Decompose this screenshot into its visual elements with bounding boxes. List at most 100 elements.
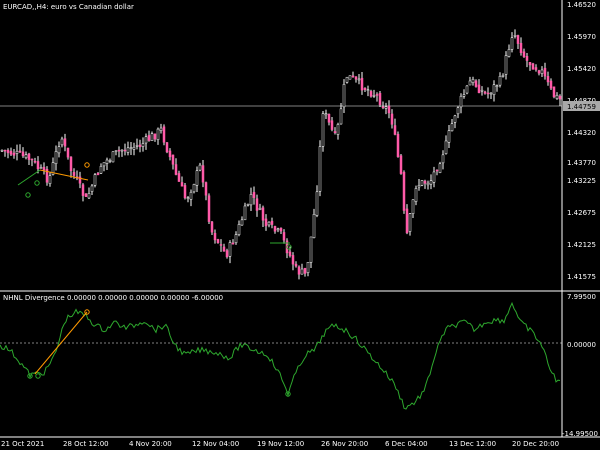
candle-body (312, 214, 316, 238)
candle-body (540, 69, 544, 74)
candle-body (252, 192, 256, 198)
indicator-tick-label: 7.99500 (567, 293, 596, 301)
candle-body (306, 261, 310, 274)
candle-body (255, 198, 259, 211)
candle-body (228, 242, 232, 257)
candle-body (42, 166, 46, 171)
candle-body (150, 133, 154, 141)
candle-body (492, 84, 496, 95)
candle-body (108, 160, 112, 162)
indicator-title: NHNL Divergence 0.00000 0.00000 0.00000 … (3, 294, 223, 302)
candle-body (243, 205, 247, 221)
candle-body (168, 150, 172, 158)
candle-body (294, 263, 298, 267)
candle-body (27, 153, 31, 160)
candle-body (213, 232, 217, 241)
candle-body (231, 242, 235, 245)
chart-canvas[interactable]: EURCAD,,H4: euro vs Canadian dollar NHNL… (0, 0, 600, 450)
candle-body (387, 105, 391, 114)
candle-body (432, 171, 436, 183)
candle-body (474, 80, 478, 87)
divergence-line (17, 169, 41, 186)
candle-body (204, 182, 208, 196)
candle-body (411, 199, 415, 214)
candle-body (273, 226, 277, 232)
candle-body (0, 149, 4, 152)
candle-body (480, 89, 484, 92)
candle-body (291, 255, 295, 265)
candle-body (117, 149, 121, 152)
candle-body (399, 155, 403, 174)
candle-body (414, 188, 418, 202)
candle-body (537, 70, 541, 74)
candle-body (360, 77, 364, 91)
candle-body (90, 185, 94, 192)
candle-body (174, 164, 178, 175)
price-tick-label: 1.43225 (567, 177, 596, 185)
candle-body (96, 172, 100, 176)
candle-body (441, 154, 445, 164)
candle-body (282, 232, 286, 241)
candle-body (21, 151, 25, 157)
price-tick-label: 1.44320 (567, 129, 596, 137)
main-price-pane[interactable] (0, 29, 562, 280)
candle-body (111, 151, 115, 163)
candle-body (120, 149, 124, 152)
indicator-tick-label: -14.99500 (562, 430, 598, 438)
candle-body (513, 35, 517, 37)
candle-body (216, 239, 220, 244)
candle-body (24, 154, 28, 159)
candle-body (210, 221, 214, 233)
candle-body (267, 221, 271, 226)
candle-body (444, 140, 448, 154)
time-tick-label: 12 Nov 04:00 (192, 440, 239, 448)
candle-body (501, 75, 505, 77)
price-tick-label: 1.41575 (567, 273, 596, 281)
candle-body (336, 124, 340, 135)
indicator-axis: 7.99500 0.00000 -14.99500 (562, 293, 598, 438)
candle-body (195, 170, 199, 186)
candle-body (264, 218, 268, 227)
price-tick-label: 1.43770 (567, 159, 596, 167)
candle-body (555, 94, 559, 99)
candle-body (324, 113, 328, 116)
candle-body (126, 147, 130, 153)
candle-body (303, 267, 307, 274)
candle-body (408, 213, 412, 232)
candle-body (189, 191, 193, 200)
candle-body (48, 175, 52, 184)
indicator-pane[interactable] (0, 301, 562, 410)
candle-body (69, 156, 73, 172)
candle-body (330, 120, 334, 130)
candle-body (192, 184, 196, 193)
candle-body (390, 113, 394, 125)
candle-body (144, 136, 148, 144)
main-chart-title: EURCAD,,H4: euro vs Canadian dollar (3, 3, 134, 11)
candle-body (486, 92, 490, 95)
candle-body (309, 236, 313, 263)
candle-body (315, 191, 319, 216)
candle-body (114, 150, 118, 152)
candle-body (183, 185, 187, 199)
candle-body (87, 193, 91, 199)
candle-body (462, 94, 466, 97)
candle-body (147, 135, 151, 141)
candle-body (405, 208, 409, 234)
candle-body (438, 163, 442, 173)
candle-body (165, 142, 169, 153)
candle-body (99, 165, 103, 174)
candle-body (339, 108, 343, 125)
time-axis: 21 Oct 2021 28 Oct 12:00 4 Nov 20:00 12 … (1, 440, 559, 448)
candle-body (60, 138, 64, 146)
candle-body (459, 95, 463, 108)
candle-body (18, 150, 22, 153)
candle-body (552, 86, 556, 98)
candle-body (546, 76, 550, 83)
candle-body (180, 182, 184, 187)
current-price-label: 1.44759 (567, 103, 596, 111)
candle-body (138, 144, 142, 148)
candle-body (423, 180, 427, 184)
candle-body (72, 172, 76, 176)
candle-body (447, 130, 451, 143)
chart-window[interactable]: EURCAD,,H4: euro vs Canadian dollar NHNL… (0, 0, 600, 450)
